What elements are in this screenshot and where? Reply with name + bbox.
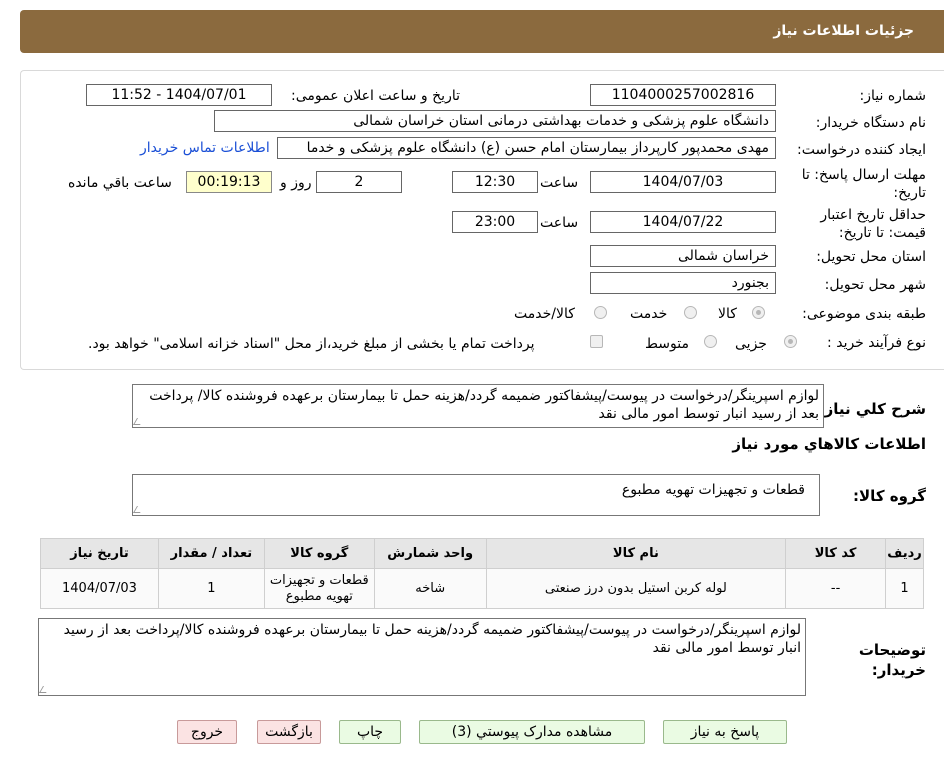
general-description-text[interactable]: لوازم اسپرینگر/درخواست در پیوست/پیشفاکتو… <box>132 384 824 428</box>
col-header-group: گروه کالا <box>263 538 375 569</box>
cell-unit: شاخه <box>373 568 487 609</box>
buyer-org-field[interactable]: دانشگاه علوم پزشکی و خدمات بهداشتی درمان… <box>214 110 776 132</box>
days-label: روز و <box>280 175 312 191</box>
col-header-quantity: تعداد / مقدار <box>157 538 265 569</box>
deadline-time-label: ساعت <box>540 175 579 191</box>
resize-grip-icon[interactable] <box>38 686 51 693</box>
goods-group-label: گروه کالا: <box>853 487 926 505</box>
cell-code: -- <box>785 568 887 609</box>
buyer-notes-field[interactable]: لوازم اسپرینگر/درخواست در پیوست/پیشفاکتو… <box>38 618 806 696</box>
table-row[interactable]: 1 -- لوله کربن استیل بدون درز صنعتی شاخه… <box>40 568 924 609</box>
category-option-service: خدمت <box>630 306 668 322</box>
category-radio-service[interactable] <box>684 306 697 319</box>
view-attachments-button[interactable]: مشاهده مدارک پیوستي (3) <box>419 720 645 744</box>
city-label: شهر محل تحویل: <box>824 277 926 293</box>
items-table: ردیف کد کالا نام کالا واحد شمارش گروه کا… <box>40 538 924 609</box>
category-option-goods-service: کالا/خدمت <box>514 306 575 322</box>
buyer-notes-value: لوازم اسپرینگر/درخواست در پیوست/پیشفاکتو… <box>63 622 801 656</box>
general-description-value: لوازم اسپرینگر/درخواست در پیوست/پیشفاکتو… <box>149 388 819 422</box>
col-header-date: تاریخ نیاز <box>40 538 159 569</box>
deadline-time-field[interactable]: 12:30 <box>452 171 538 193</box>
need-number-field[interactable]: 1104000257002816 <box>590 84 776 106</box>
cell-group: قطعات و تجهیزات تهویه مطبوع <box>263 568 375 609</box>
remaining-time-field: 00:19:13 <box>186 171 272 193</box>
goods-group-field[interactable]: قطعات و تجهیزات تهویه مطبوع <box>132 474 820 516</box>
category-radio-goods-service[interactable] <box>594 306 607 319</box>
back-button[interactable]: بازگشت <box>257 720 321 744</box>
announce-label: تاریخ و ساعت اعلان عمومی: <box>291 88 460 104</box>
goods-section-title: اطلاعات کالاهاي مورد نیاز <box>732 435 926 453</box>
process-radio-medium[interactable] <box>704 335 717 348</box>
province-field[interactable]: خراسان شمالی <box>590 245 776 267</box>
exit-button[interactable]: خروج <box>177 720 237 744</box>
resize-grip-icon[interactable] <box>132 418 145 425</box>
process-option-minor: جزیی <box>735 336 767 352</box>
deadline-date-field[interactable]: 1404/07/03 <box>590 171 776 193</box>
process-option-medium: متوسط <box>645 336 689 352</box>
city-field[interactable]: بجنورد <box>590 272 776 294</box>
deadline-label: مهلت ارسال پاسخ: تا تاریخ: <box>801 167 926 201</box>
cell-row-num: 1 <box>885 568 924 609</box>
cell-quantity: 1 <box>157 568 265 609</box>
validity-time-field[interactable]: 23:00 <box>452 211 538 233</box>
process-radio-minor[interactable] <box>784 335 797 348</box>
cell-date: 1404/07/03 <box>40 568 159 609</box>
category-label: طبقه بندی موضوعی: <box>802 306 926 322</box>
col-header-unit: واحد شمارش <box>373 538 487 569</box>
reply-button[interactable]: پاسخ به نیاز <box>663 720 787 744</box>
category-radio-goods[interactable] <box>752 306 765 319</box>
treasury-checkbox[interactable] <box>590 335 603 348</box>
remaining-label: ساعت باقي مانده <box>68 175 172 191</box>
requester-label: ایجاد کننده درخواست: <box>797 142 926 158</box>
resize-grip-icon[interactable] <box>132 506 145 513</box>
province-label: استان محل تحویل: <box>816 249 926 265</box>
cell-name: لوله کربن استیل بدون درز صنعتی <box>485 568 787 609</box>
days-field[interactable]: 2 <box>316 171 402 193</box>
page-title: جزئیات اطلاعات نیاز <box>773 23 914 39</box>
buyer-org-label: نام دستگاه خریدار: <box>815 115 926 131</box>
requester-field[interactable]: مهدی محمدپور کارپرداز بیمارستان امام حسن… <box>277 137 776 159</box>
col-header-code: کد کالا <box>785 538 887 569</box>
need-number-label: شماره نیاز: <box>859 88 927 104</box>
treasury-note: پرداخت تمام یا بخشی از مبلغ خرید،از محل … <box>88 336 535 352</box>
print-button[interactable]: چاپ <box>339 720 401 744</box>
category-option-goods: کالا <box>718 306 737 322</box>
announce-field[interactable]: 1404/07/01 - 11:52 <box>86 84 272 106</box>
goods-group-value: قطعات و تجهیزات تهویه مطبوع <box>621 482 805 498</box>
page-header: جزئیات اطلاعات نیاز <box>20 10 944 53</box>
process-label: نوع فرآیند خرید : <box>827 335 926 351</box>
buyer-notes-label: توضیحات خریدار: <box>858 641 926 679</box>
table-header-row: ردیف کد کالا نام کالا واحد شمارش گروه کا… <box>40 538 924 569</box>
general-description-label: شرح کلي نیاز: <box>818 400 926 418</box>
col-header-row-num: ردیف <box>885 538 924 569</box>
validity-time-label: ساعت <box>540 215 579 231</box>
col-header-name: نام کالا <box>485 538 787 569</box>
validity-label: حداقل تاریخ اعتبار قیمت: تا تاریخ: <box>820 207 926 241</box>
buyer-contact-link[interactable]: اطلاعات تماس خریدار <box>140 140 270 156</box>
validity-date-field[interactable]: 1404/07/22 <box>590 211 776 233</box>
